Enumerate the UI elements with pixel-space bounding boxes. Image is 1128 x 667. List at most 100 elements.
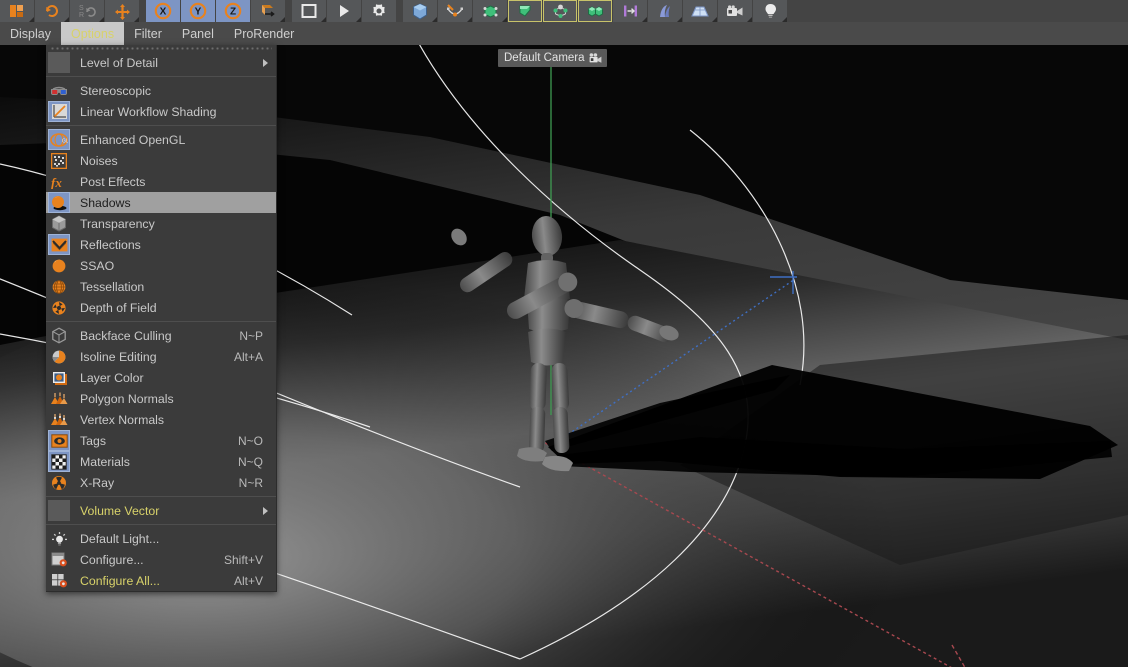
menu-item-shortcut: Alt+V [233, 573, 263, 588]
transparent-cube-icon [48, 213, 70, 234]
menu-item-label: Reflections [80, 237, 141, 252]
noise-grid-icon [48, 150, 70, 171]
menu-item-layer-color[interactable]: Layer Color [46, 367, 276, 388]
menu-tearoff-handle[interactable] [46, 45, 276, 52]
spline-pen-icon[interactable] [438, 0, 472, 22]
scene-objects-icon[interactable] [543, 0, 577, 22]
svg-text:GL: GL [62, 138, 68, 144]
menu-item-label: Transparency [80, 216, 155, 231]
menu-item-label: Configure... [80, 552, 144, 567]
vertex-normals-icon [48, 409, 70, 430]
menu-item-ssao[interactable]: SSAO [46, 255, 276, 276]
menu-item-default-light[interactable]: Default Light... [46, 528, 276, 549]
object-mode-icon[interactable] [0, 0, 34, 22]
menu-item-noises[interactable]: Noises [46, 150, 276, 171]
generator-icon[interactable] [473, 0, 507, 22]
cube-primitive-icon[interactable] [403, 0, 437, 22]
linear-graph-icon [48, 101, 70, 122]
menu-item-label: Volume Vector [80, 503, 160, 518]
menu-panel[interactable]: Panel [172, 22, 224, 45]
reflection-icon [48, 234, 70, 255]
render-view-icon[interactable] [292, 0, 326, 22]
menu-options-label: Options [71, 26, 115, 41]
menu-item-post-effects[interactable]: fx Post Effects [46, 171, 276, 192]
menu-item-enhanced-opengl[interactable]: GL Enhanced OpenGL [46, 129, 276, 150]
menu-separator [46, 524, 276, 525]
mograph-icon[interactable] [578, 0, 612, 22]
menu-item-label: Isoline Editing [80, 349, 157, 364]
rotate-tool-icon[interactable] [35, 0, 69, 22]
axis-x-icon[interactable]: X [146, 0, 180, 22]
polygon-normals-icon [48, 388, 70, 409]
blank-swatch-icon [48, 500, 70, 521]
ssao-sphere-icon [48, 255, 70, 276]
sr-reset-icon[interactable]: S R [70, 0, 104, 22]
toolbar-group-render [292, 0, 397, 22]
menu-item-isoline-editing[interactable]: Isoline Editing Alt+A [46, 346, 276, 367]
menu-item-label: Vertex Normals [80, 412, 165, 427]
menu-item-shortcut: N~O [237, 433, 263, 448]
menu-item-tags[interactable]: Tags N~O [46, 430, 276, 451]
viewport-camera-label[interactable]: Default Camera [498, 49, 607, 67]
menu-item-backface-culling[interactable]: Backface Culling N~P [46, 325, 276, 346]
menu-item-transparency[interactable]: Transparency [46, 213, 276, 234]
menu-prorender[interactable]: ProRender [224, 22, 304, 45]
isoline-sphere-icon [48, 346, 70, 367]
menu-item-linear-workflow-shading[interactable]: Linear Workflow Shading [46, 101, 276, 122]
menu-item-depth-of-field[interactable]: Depth of Field [46, 297, 276, 318]
menu-item-polygon-normals[interactable]: Polygon Normals [46, 388, 276, 409]
menu-separator [46, 125, 276, 126]
menu-item-x-ray[interactable]: X-Ray N~R [46, 472, 276, 493]
hair-icon[interactable] [648, 0, 682, 22]
light-icon[interactable] [753, 0, 787, 22]
menu-item-label: Noises [80, 153, 118, 168]
menu-item-configure-all[interactable]: Configure All... Alt+V [46, 570, 276, 591]
layer-color-icon [48, 367, 70, 388]
menu-item-volume-vector[interactable]: Volume Vector [46, 500, 276, 521]
menu-item-reflections[interactable]: Reflections [46, 234, 276, 255]
world-coordinates-icon[interactable] [251, 0, 285, 22]
opengl-icon: GL [48, 129, 70, 150]
menu-item-shadows[interactable]: Shadows [46, 192, 276, 213]
menu-item-stereoscopic[interactable]: Stereoscopic [46, 80, 276, 101]
menu-item-configure[interactable]: Configure... Shift+V [46, 549, 276, 570]
menu-item-label: Post Effects [80, 174, 146, 189]
eye-tag-icon [48, 430, 70, 451]
fx-icon: fx [48, 171, 70, 192]
menu-item-level-of-detail[interactable]: Level of Detail [46, 52, 276, 73]
menu-options[interactable]: Options [61, 22, 125, 45]
options-dropdown-menu: Level of Detail Stereoscopic Linear Workfl… [46, 45, 277, 592]
menu-separator [46, 76, 276, 77]
options-menu-items: Level of Detail Stereoscopic Linear Workfl… [46, 52, 276, 591]
axis-z-icon[interactable]: Z [216, 0, 250, 22]
svg-text:R: R [79, 12, 84, 19]
menu-item-tessellation[interactable]: Tessellation [46, 276, 276, 297]
render-queue-icon[interactable] [327, 0, 361, 22]
camera-icon[interactable] [718, 0, 752, 22]
toolbar-group-axis-locks: X Y Z [146, 0, 286, 22]
menu-filter-label: Filter [134, 26, 162, 41]
menu-display[interactable]: Display [0, 22, 61, 45]
menu-item-vertex-normals[interactable]: Vertex Normals [46, 409, 276, 430]
deformer-icon[interactable] [508, 0, 542, 22]
default-light-icon [48, 528, 70, 549]
menu-item-label: Stereoscopic [80, 83, 152, 98]
toolbar-group-object-mode: S R [0, 0, 140, 22]
array-icon[interactable] [613, 0, 647, 22]
menu-prorender-label: ProRender [233, 26, 295, 41]
camera-badge-icon [589, 53, 602, 63]
menu-item-label: Default Light... [80, 531, 160, 546]
shadow-sphere-icon [48, 192, 70, 213]
menu-item-materials[interactable]: Materials N~Q [46, 451, 276, 472]
menu-filter[interactable]: Filter [124, 22, 172, 45]
menu-item-label: Polygon Normals [80, 391, 174, 406]
menu-item-label: Tags [80, 433, 106, 448]
svg-text:Y: Y [195, 7, 202, 18]
radiation-icon [48, 472, 70, 493]
menu-item-label: Level of Detail [80, 55, 158, 70]
floor-grid-icon[interactable] [683, 0, 717, 22]
move-axis-icon[interactable] [105, 0, 139, 22]
menu-item-shortcut: Alt+A [233, 349, 263, 364]
axis-y-icon[interactable]: Y [181, 0, 215, 22]
render-settings-icon[interactable] [362, 0, 396, 22]
